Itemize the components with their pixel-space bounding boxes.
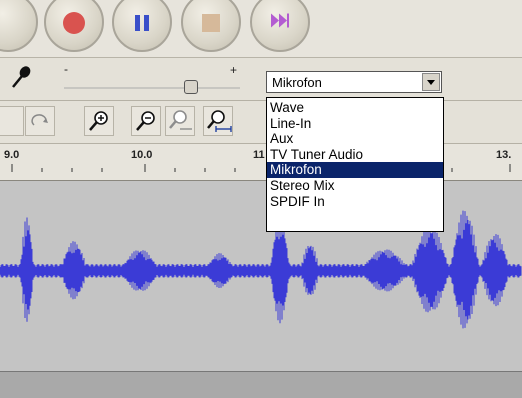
- option-aux[interactable]: Aux: [267, 131, 443, 147]
- record-button[interactable]: [44, 0, 104, 52]
- undo-button[interactable]: [0, 106, 24, 136]
- zoom-fit-selection-icon: [169, 110, 192, 130]
- redo-button[interactable]: [25, 106, 55, 136]
- input-source-options-list[interactable]: Wave Line-In Aux TV Tuner Audio Mikrofon…: [266, 97, 444, 232]
- track-footer: [0, 371, 522, 398]
- pause-icon: [135, 15, 149, 32]
- pause-button[interactable]: [112, 0, 172, 52]
- ruler-label: 13.: [496, 149, 512, 161]
- option-mikrofon[interactable]: Mikrofon: [267, 162, 443, 178]
- input-volume-slider[interactable]: [64, 78, 240, 92]
- transport-toolbar: [0, 0, 522, 58]
- fast-forward-button[interactable]: [250, 0, 310, 52]
- slider-max-label: +: [230, 63, 238, 77]
- record-icon: [63, 12, 85, 35]
- input-source-value: Mikrofon: [272, 75, 322, 90]
- ruler-label: 9.0: [4, 149, 20, 161]
- stop-icon: [202, 14, 220, 33]
- slider-min-label: -: [64, 62, 68, 76]
- input-source-dropdown[interactable]: Mikrofon: [266, 71, 442, 93]
- fit-selection-button[interactable]: [165, 106, 195, 136]
- zoom-out-icon: [136, 111, 155, 131]
- zoom-fit-project-icon: [207, 110, 232, 132]
- option-spdif-in[interactable]: SPDIF In: [267, 194, 443, 210]
- redo-icon: [31, 114, 48, 126]
- stop-button[interactable]: [181, 0, 241, 52]
- fit-project-button[interactable]: [203, 106, 233, 136]
- option-line-in[interactable]: Line-In: [267, 116, 443, 132]
- microphone-icon: [10, 66, 32, 95]
- zoom-in-button[interactable]: [84, 106, 114, 136]
- chevron-down-icon: [427, 80, 435, 85]
- ruler-label: 11: [253, 149, 265, 161]
- zoom-out-button[interactable]: [131, 106, 161, 136]
- option-stereo-mix[interactable]: Stereo Mix: [267, 178, 443, 194]
- option-tv-tuner-audio[interactable]: TV Tuner Audio: [267, 147, 443, 163]
- option-wave[interactable]: Wave: [267, 100, 443, 116]
- rewind-button[interactable]: [0, 0, 38, 52]
- zoom-in-icon: [89, 111, 108, 131]
- ruler-label: 10.0: [131, 149, 153, 161]
- slider-thumb[interactable]: [184, 80, 198, 94]
- dropdown-arrow-button[interactable]: [422, 73, 440, 91]
- skip-forward-icon: [270, 13, 290, 34]
